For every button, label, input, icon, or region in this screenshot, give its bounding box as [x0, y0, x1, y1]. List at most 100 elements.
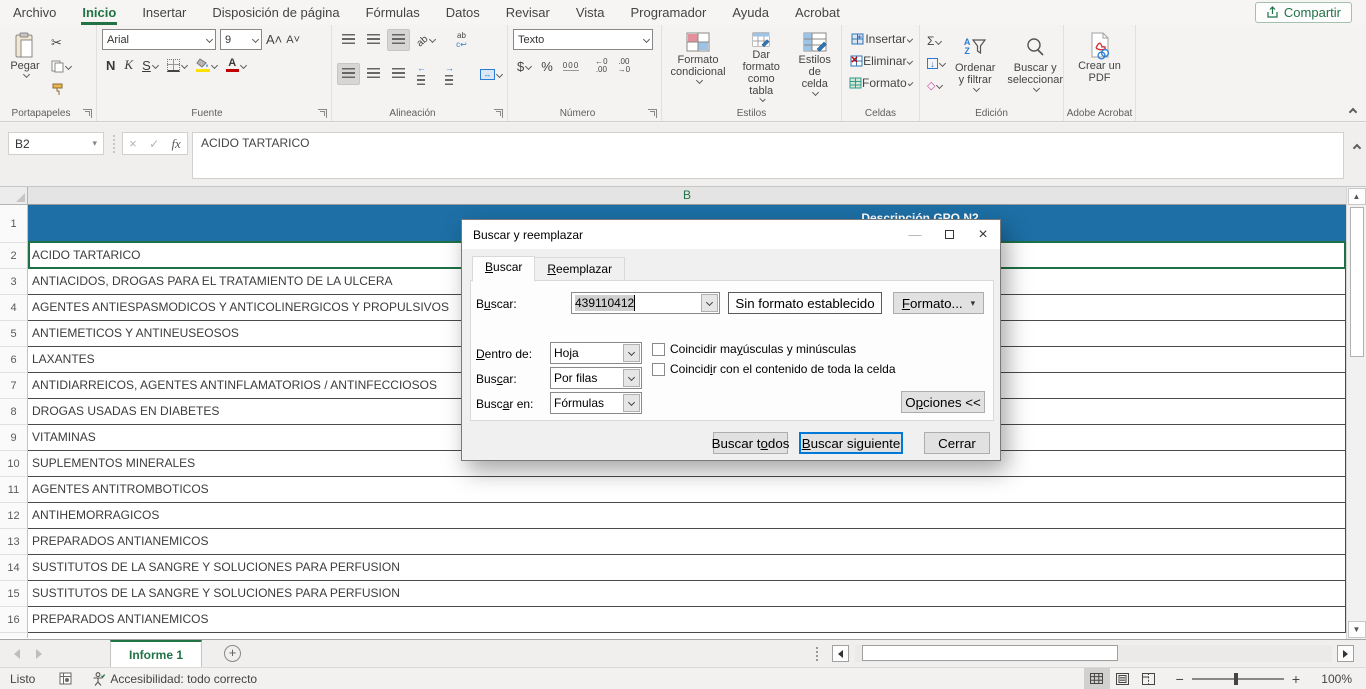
close-button[interactable]: Cerrar	[924, 432, 990, 454]
increase-font-button[interactable]: A˄	[266, 32, 282, 47]
collapse-formula-bar-icon[interactable]	[1353, 144, 1361, 152]
format-cells-button[interactable]: Formato	[847, 73, 914, 93]
horizontal-scrollbar[interactable]	[855, 645, 1332, 662]
grid-cell-B11[interactable]: AGENTES ANTITROMBOTICOS	[28, 477, 1346, 503]
borders-button[interactable]	[167, 59, 187, 72]
percent-button[interactable]: %	[541, 59, 553, 74]
look-in-combo[interactable]: Fórmulas	[550, 392, 642, 414]
decrease-decimal-button[interactable]: .00 →0	[618, 58, 630, 74]
name-box[interactable]: B2 ▾	[8, 132, 104, 155]
match-entire-box[interactable]	[652, 363, 665, 376]
find-select-button[interactable]: Buscar y seleccionar	[1003, 29, 1067, 104]
new-sheet-button[interactable]: +	[224, 645, 241, 662]
horizontal-scroll-thumb[interactable]	[862, 645, 1118, 661]
insert-function-icon[interactable]: fx	[171, 136, 180, 152]
bold-button[interactable]: N	[106, 58, 115, 73]
scroll-down-arrow[interactable]: ▼	[1348, 621, 1366, 638]
currency-button[interactable]: $	[517, 59, 531, 74]
font-family-combo[interactable]: Arial	[102, 29, 216, 50]
underline-button[interactable]: S	[142, 58, 158, 73]
tab-buscar[interactable]: Buscar	[472, 256, 535, 282]
menu-tab-datos[interactable]: Datos	[433, 1, 493, 25]
create-pdf-button[interactable]: Crear un PDF	[1071, 29, 1129, 104]
match-entire-checkbox[interactable]: Coincidir con el contenido de toda la ce…	[652, 362, 896, 376]
align-center-button[interactable]	[362, 63, 385, 85]
menu-tab-archivo[interactable]: Archivo	[0, 1, 69, 25]
number-format-combo[interactable]: Texto	[513, 29, 653, 50]
row-number[interactable]: 7	[0, 373, 28, 399]
options-button[interactable]: Opciones <<	[901, 391, 985, 413]
sort-filter-button[interactable]: AZ Ordenar y filtrar	[951, 29, 999, 104]
find-next-button[interactable]: Buscar siguiente	[799, 432, 903, 454]
format-as-table-button[interactable]: Dar formato como tabla	[733, 29, 789, 104]
cell-styles-button[interactable]: Estilos de celda	[793, 29, 836, 104]
align-top-button[interactable]	[337, 29, 360, 51]
sheet-nav-prev-icon[interactable]	[14, 649, 20, 659]
scroll-up-arrow[interactable]: ▲	[1348, 188, 1366, 205]
row-number[interactable]: 9	[0, 425, 28, 451]
row-number[interactable]: 5	[0, 321, 28, 347]
decrease-indent-button[interactable]: ←	[412, 56, 438, 92]
row-number[interactable]: 14	[0, 555, 28, 581]
zoom-slider[interactable]	[1192, 678, 1284, 680]
row-number[interactable]: 12	[0, 503, 28, 529]
view-normal-button[interactable]	[1084, 668, 1110, 689]
row-number[interactable]: 11	[0, 477, 28, 503]
cancel-icon[interactable]: ×	[129, 136, 137, 151]
share-button[interactable]: Compartir	[1255, 2, 1352, 23]
increase-indent-button[interactable]: →	[440, 56, 466, 92]
number-dialog-launcher[interactable]	[648, 109, 657, 118]
merge-center-button[interactable]: ↔	[480, 69, 502, 80]
align-middle-button[interactable]	[362, 29, 385, 51]
search-order-combo[interactable]: Por filas	[550, 367, 642, 389]
menu-tab-vista[interactable]: Vista	[563, 1, 618, 25]
row-number[interactable]: 1	[0, 205, 28, 243]
menu-tab-ayuda[interactable]: Ayuda	[719, 1, 782, 25]
view-page-layout-button[interactable]	[1110, 668, 1136, 689]
vertical-scroll-thumb[interactable]	[1350, 207, 1364, 357]
grid-cell-B12[interactable]: ANTIHEMORRAGICOS	[28, 503, 1346, 529]
match-case-box[interactable]	[652, 343, 665, 356]
column-header-B[interactable]: B	[28, 187, 1346, 205]
within-dropdown-icon[interactable]	[623, 344, 640, 362]
decrease-font-button[interactable]: A˅	[286, 34, 300, 46]
grid-cell-B13[interactable]: PREPARADOS ANTIANEMICOS	[28, 529, 1346, 555]
menu-tab-formulas[interactable]: Fórmulas	[353, 1, 433, 25]
formula-input[interactable]: ACIDO TARTARICO	[192, 132, 1344, 179]
dialog-title-bar[interactable]: Buscar y reemplazar — ×	[462, 220, 1000, 249]
zoom-out-button[interactable]: −	[1176, 671, 1184, 687]
collapse-ribbon-icon[interactable]	[1349, 108, 1357, 116]
hscroll-right-arrow[interactable]	[1337, 645, 1354, 662]
align-right-button[interactable]	[387, 63, 410, 85]
menu-tab-programador[interactable]: Programador	[618, 1, 720, 25]
conditional-formatting-button[interactable]: Formato condicional	[667, 29, 729, 104]
menu-tab-disposicion-de-pagina[interactable]: Disposición de página	[199, 1, 352, 25]
row-number[interactable]: 16	[0, 607, 28, 633]
cut-button[interactable]: ✂	[49, 33, 73, 53]
vertical-scrollbar[interactable]: ▲ ▼	[1346, 187, 1366, 639]
clipboard-dialog-launcher[interactable]	[83, 109, 92, 118]
autosum-button[interactable]: Σ	[925, 31, 947, 51]
search-order-dropdown-icon[interactable]	[623, 369, 640, 387]
wrap-text-button[interactable]: ab c↩	[456, 31, 467, 49]
clear-button[interactable]: ◇	[925, 75, 947, 95]
paste-button[interactable]: Pegar	[5, 29, 45, 104]
row-number[interactable]: 2	[0, 243, 28, 269]
menu-tab-revisar[interactable]: Revisar	[493, 1, 563, 25]
fill-color-button[interactable]	[196, 58, 217, 72]
row-number[interactable]: 6	[0, 347, 28, 373]
accessibility-status[interactable]: Accesibilidad: todo correcto	[92, 672, 257, 686]
grid-cell-B15[interactable]: SUSTITUTOS DE LA SANGRE Y SOLUCIONES PAR…	[28, 581, 1346, 607]
find-all-button[interactable]: Buscar todos	[713, 432, 788, 454]
format-painter-button[interactable]	[49, 79, 73, 99]
tab-reemplazar[interactable]: Reemplazar	[534, 257, 625, 282]
orientation-button[interactable]: ab	[412, 29, 440, 51]
tab-splitter-handle[interactable]	[816, 647, 818, 661]
menu-tab-insertar[interactable]: Insertar	[129, 1, 199, 25]
comma-style-button[interactable]: 000	[563, 61, 579, 71]
menu-tab-acrobat[interactable]: Acrobat	[782, 1, 853, 25]
select-all-corner[interactable]	[0, 187, 28, 205]
enter-icon[interactable]: ✓	[149, 137, 159, 151]
increase-decimal-button[interactable]: ←0 .00	[595, 58, 607, 74]
view-page-break-button[interactable]	[1136, 668, 1162, 689]
